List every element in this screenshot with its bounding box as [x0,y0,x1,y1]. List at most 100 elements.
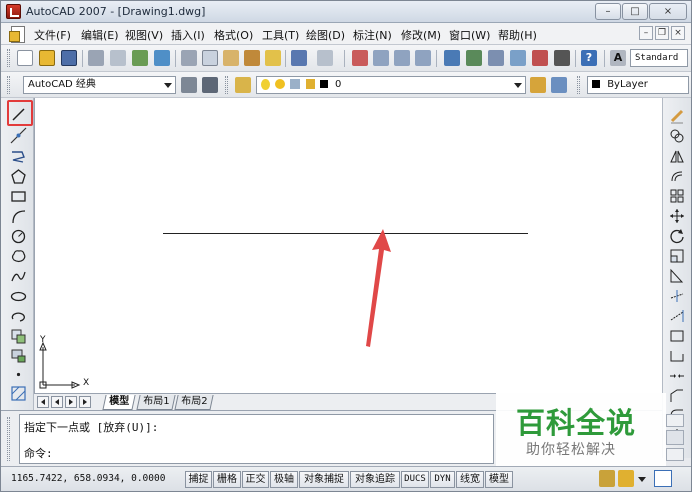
join-icon[interactable] [669,368,685,384]
trim-icon[interactable] [669,288,685,304]
tab-layout1[interactable]: 布局1 [136,395,176,410]
array-icon[interactable] [669,188,685,204]
new-icon[interactable] [17,50,33,66]
publish-icon[interactable] [132,50,148,66]
layer-dropdown[interactable]: 0 [256,76,526,94]
snap-toggle[interactable]: 捕捉 [185,471,212,488]
open-icon[interactable] [39,50,55,66]
design-center-icon[interactable] [466,50,482,66]
doc-minimize-button[interactable]: – [639,26,653,40]
communication-center-icon[interactable] [599,470,615,487]
minimize-button[interactable]: – [595,3,621,20]
circle-icon[interactable] [10,228,27,245]
otrack-toggle[interactable]: 对象追踪 [350,471,400,488]
command-scrollbar[interactable] [666,410,688,466]
clean-screen-icon[interactable] [654,470,672,487]
scale-icon[interactable] [669,248,685,264]
make-object-layer-current-icon[interactable] [530,77,546,93]
copy-icon[interactable] [202,50,218,66]
drawn-line[interactable] [163,233,528,234]
grid-toggle[interactable]: 栅格 [213,471,241,488]
construction-line-icon[interactable] [10,127,27,144]
hatch-icon[interactable] [10,385,27,402]
my-workspace-icon[interactable] [202,77,218,93]
toolbar-lock-icon[interactable] [618,470,634,487]
chamfer-icon[interactable] [669,388,685,404]
doc-restore-button[interactable]: ❐ [655,26,669,40]
copy-object-icon[interactable] [669,128,685,144]
plot-preview-icon[interactable] [110,50,126,66]
match-properties-icon[interactable] [244,50,260,66]
toolbar-grip[interactable] [225,76,228,94]
ellipse-icon[interactable] [10,288,27,305]
workspace-settings-icon[interactable] [181,77,197,93]
menu-dimension[interactable]: 标注(N) [353,27,392,43]
previous-tab-button[interactable] [51,396,63,408]
sheet-set-icon[interactable] [510,50,526,66]
extend-icon[interactable] [669,308,685,324]
command-window-grip[interactable] [7,417,10,461]
toolbar-grip[interactable] [577,76,580,94]
block-editor-icon[interactable] [265,50,281,66]
polar-toggle[interactable]: 极轴 [270,471,298,488]
maximize-button[interactable]: □ [622,3,648,20]
paste-icon[interactable] [223,50,239,66]
make-block-icon[interactable] [10,347,27,364]
command-history[interactable]: 指定下一点或 [放弃(U)]: 命令: [19,414,494,464]
zoom-window-icon[interactable] [394,50,410,66]
menu-help[interactable]: 帮助(H) [498,27,537,43]
mirror-icon[interactable] [669,148,685,164]
scroll-up-button[interactable] [666,414,684,427]
break-at-point-icon[interactable] [669,328,685,344]
menu-modify[interactable]: 修改(M) [401,27,441,43]
model-space-toggle[interactable]: 模型 [485,471,513,488]
menu-tools[interactable]: 工具(T) [262,27,299,43]
ducs-toggle[interactable]: DUCS [401,471,429,488]
revision-cloud-icon[interactable] [10,248,27,265]
ellipse-arc-icon[interactable] [10,308,27,325]
status-menu-chevron-icon[interactable] [637,470,647,487]
tool-palettes-icon[interactable] [488,50,504,66]
next-tab-button[interactable] [65,396,77,408]
scroll-thumb[interactable] [666,430,684,445]
layer-previous-icon[interactable] [551,77,567,93]
menu-view[interactable]: 视图(V) [125,27,163,43]
pan-icon[interactable] [352,50,368,66]
menu-format[interactable]: 格式(O) [214,27,253,43]
break-icon[interactable] [669,348,685,364]
scroll-down-button[interactable] [666,448,684,461]
color-dropdown[interactable]: ByLayer [587,76,689,94]
coordinates-readout[interactable]: 1165.7422, 658.0934, 0.0000 [11,471,183,488]
save-icon[interactable] [61,50,77,66]
dyn-toggle[interactable]: DYN [430,471,455,488]
text-style-icon[interactable]: A [610,50,626,66]
plot-icon[interactable] [88,50,104,66]
calculator-icon[interactable] [554,50,570,66]
redo-icon[interactable] [317,50,333,66]
offset-icon[interactable] [669,168,685,184]
undo-icon[interactable] [291,50,307,66]
zoom-previous-icon[interactable] [415,50,431,66]
ortho-toggle[interactable]: 正交 [242,471,269,488]
insert-block-icon[interactable] [10,328,27,345]
last-tab-button[interactable] [79,396,91,408]
zoom-realtime-icon[interactable] [373,50,389,66]
menu-file[interactable]: 文件(F) [34,27,71,43]
spline-icon[interactable] [10,268,27,285]
drawing-canvas[interactable]: Y X [34,98,662,393]
command-prompt[interactable]: 命令: [24,445,53,461]
lineweight-toggle[interactable]: 线宽 [456,471,484,488]
document-icon[interactable] [9,26,27,43]
layer-manager-icon[interactable] [235,77,251,93]
osnap-toggle[interactable]: 对象捕捉 [299,471,349,488]
tab-layout2[interactable]: 布局2 [174,395,214,410]
markup-icon[interactable] [532,50,548,66]
point-icon[interactable] [10,366,27,383]
help-icon[interactable]: ? [581,50,597,66]
menu-insert[interactable]: 插入(I) [171,27,205,43]
tab-model[interactable]: 模型 [102,395,136,410]
polyline-icon[interactable] [10,148,27,165]
menu-window[interactable]: 窗口(W) [449,27,490,43]
text-style-dropdown[interactable]: Standard [630,49,688,67]
menu-draw[interactable]: 绘图(D) [306,27,345,43]
